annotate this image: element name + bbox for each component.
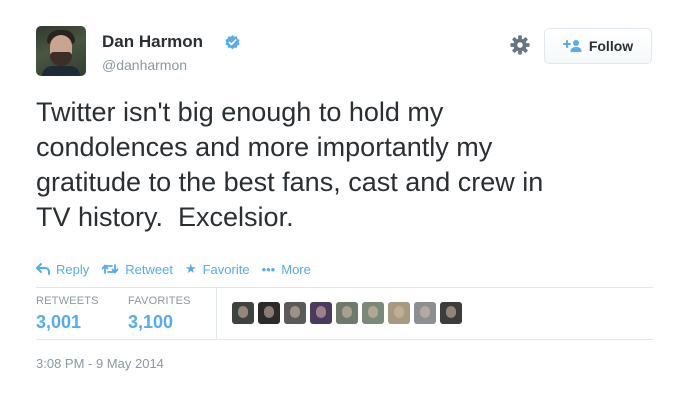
favoriter-avatar[interactable] — [310, 302, 332, 324]
favorites-count: 3,100 — [128, 312, 174, 332]
stats-vertical-divider — [216, 288, 217, 339]
reply-icon — [36, 263, 50, 275]
favoriter-avatar[interactable] — [362, 302, 384, 324]
favorite-label: Favorite — [202, 261, 250, 277]
retweets-label: RETWEETS — [36, 295, 99, 307]
favorite-button[interactable]: ★ Favorite — [185, 261, 250, 277]
favoriter-avatar[interactable] — [258, 302, 280, 324]
tweet-text: Twitter isn't big enough to hold my cond… — [36, 97, 544, 232]
favoriter-avatar[interactable] — [232, 302, 254, 324]
retweet-icon — [101, 264, 119, 274]
favoriter-avatar[interactable] — [388, 302, 410, 324]
follow-button-label: Follow — [588, 38, 634, 54]
more-button[interactable]: ••• More — [262, 262, 311, 277]
user-handle[interactable]: @danharmon — [102, 57, 187, 73]
favoriter-avatar[interactable] — [414, 302, 436, 324]
retweets-count: 3,001 — [36, 312, 82, 332]
stats-divider-top — [36, 287, 653, 288]
tweet-actions: Reply Retweet ★ Favorite ••• More — [36, 260, 323, 278]
stats-divider-bottom — [36, 339, 653, 340]
favoriter-avatars — [232, 302, 466, 324]
favoriter-avatar[interactable] — [284, 302, 306, 324]
retweet-button[interactable]: Retweet — [101, 262, 173, 277]
favorites-stat[interactable]: FAVORITES 3,100 — [128, 295, 191, 333]
follow-button[interactable]: Follow — [544, 28, 652, 64]
retweets-stat[interactable]: RETWEETS 3,001 — [36, 295, 99, 333]
gear-icon[interactable] — [509, 34, 531, 56]
tweet-timestamp[interactable]: 3:08 PM - 9 May 2014 — [36, 356, 164, 371]
user-name[interactable]: Dan Harmon — [102, 32, 203, 52]
favoriter-avatar[interactable] — [440, 302, 462, 324]
favoriter-avatar[interactable] — [336, 302, 358, 324]
avatar-beard — [50, 52, 72, 66]
more-icon: ••• — [261, 261, 276, 277]
verified-badge-icon — [225, 35, 240, 50]
retweet-label: Retweet — [125, 261, 173, 277]
star-icon: ★ — [184, 261, 197, 276]
reply-label: Reply — [56, 261, 90, 277]
add-user-icon — [562, 40, 582, 52]
favorites-label: FAVORITES — [128, 295, 191, 307]
reply-button[interactable]: Reply — [36, 262, 89, 277]
avatar-body — [42, 66, 80, 76]
user-avatar[interactable] — [36, 26, 86, 76]
more-label: More — [281, 261, 311, 277]
